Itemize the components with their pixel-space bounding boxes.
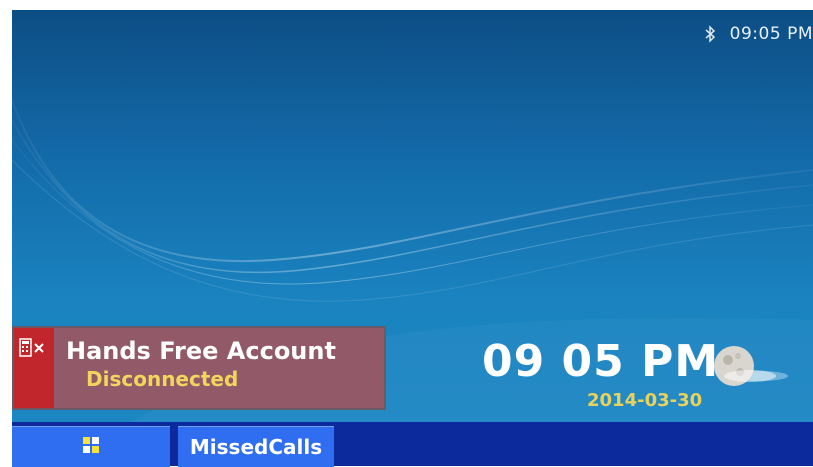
bluetooth-icon: [704, 25, 716, 43]
phone-disconnected-icon: [19, 338, 49, 362]
account-name: Hands Free Account: [66, 337, 336, 365]
taskbar: MissedCalls: [12, 422, 813, 467]
status-bar: 09:05 PM: [704, 22, 813, 46]
account-status: Disconnected: [86, 367, 239, 391]
moon-icon: [710, 342, 790, 396]
account-text: Hands Free Account Disconnected: [54, 328, 384, 408]
status-time: 09:05 PM: [729, 24, 813, 44]
clock-widget[interactable]: 09 05 PM 2014-03-30: [482, 336, 812, 422]
account-status-panel[interactable]: Hands Free Account Disconnected: [12, 326, 386, 410]
clock-time: 09 05 PM: [482, 336, 720, 387]
missed-calls-button[interactable]: MissedCalls: [178, 426, 334, 467]
account-icon-cell: [14, 328, 54, 408]
clock-date: 2014-03-30: [587, 390, 703, 411]
windows-logo-icon: [82, 436, 100, 458]
start-button[interactable]: [12, 426, 170, 467]
